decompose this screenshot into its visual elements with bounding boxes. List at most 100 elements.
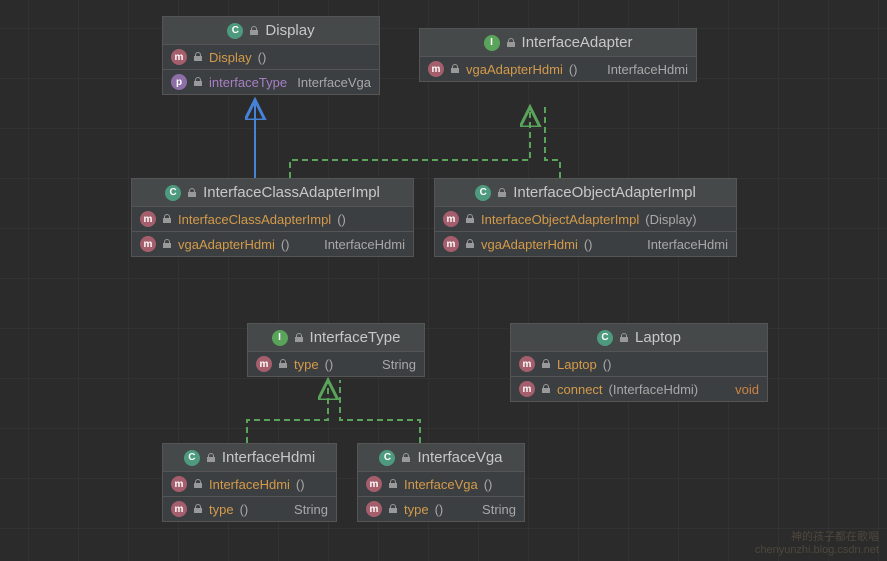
lock-icon [193, 479, 203, 489]
lock-icon [249, 26, 259, 36]
interface-icon: I [484, 35, 500, 51]
member-params: () [325, 357, 334, 372]
member-name: Display [209, 50, 252, 65]
member-name: Laptop [557, 357, 597, 372]
class-title: C InterfaceVga [358, 444, 524, 472]
member-name: interfaceType [209, 75, 287, 90]
member-row: m type () String [358, 497, 524, 521]
method-icon: m [140, 211, 156, 227]
member-type: InterfaceVga [297, 75, 371, 90]
member-type: String [294, 502, 328, 517]
class-title: C InterfaceObjectAdapterImpl [435, 179, 736, 207]
watermark-line1: 神的孩子都在歌唱 [791, 531, 879, 543]
watermark-line2: chenyunzhi.blog.csdn.net [755, 544, 879, 556]
lock-icon [401, 453, 411, 463]
title-text: InterfaceObjectAdapterImpl [513, 184, 696, 201]
method-icon: m [366, 476, 382, 492]
member-row: p interfaceType InterfaceVga [163, 70, 379, 94]
member-row: m InterfaceVga () [358, 472, 524, 497]
member-params: () [240, 502, 249, 517]
lock-icon [388, 504, 398, 514]
member-type: String [382, 357, 416, 372]
method-icon: m [366, 501, 382, 517]
class-classadapter[interactable]: C InterfaceClassAdapterImpl m InterfaceC… [131, 178, 414, 257]
member-row: m type () String [163, 497, 336, 521]
class-icon: C [475, 185, 491, 201]
method-icon: m [519, 356, 535, 372]
member-type: String [482, 502, 516, 517]
lock-icon [193, 52, 203, 62]
member-name: vgaAdapterHdmi [178, 237, 275, 252]
member-name: vgaAdapterHdmi [481, 237, 578, 252]
class-icon: C [165, 185, 181, 201]
class-laptop[interactable]: C Laptop m Laptop () m connect (Interface… [510, 323, 768, 402]
class-display[interactable]: C Display m Display () p interfaceType In… [162, 16, 380, 95]
interface-type[interactable]: I InterfaceType m type () String [247, 323, 425, 377]
member-params: () [281, 237, 290, 252]
lock-icon [278, 359, 288, 369]
method-icon: m [171, 49, 187, 65]
member-row: m vgaAdapterHdmi () InterfaceHdmi [435, 232, 736, 256]
lock-icon [541, 384, 551, 394]
title-text: Laptop [635, 329, 681, 346]
class-interfacehdmi[interactable]: C InterfaceHdmi m InterfaceHdmi () m typ… [162, 443, 337, 522]
class-title: C Laptop [511, 324, 767, 352]
member-name: type [404, 502, 429, 517]
lock-icon [193, 504, 203, 514]
class-icon: C [184, 450, 200, 466]
member-params: () [337, 212, 346, 227]
member-params: () [569, 62, 578, 77]
property-icon: p [171, 74, 187, 90]
lock-icon [450, 64, 460, 74]
title-text: InterfaceVga [417, 449, 502, 466]
class-title: I InterfaceType [248, 324, 424, 352]
lock-icon [465, 214, 475, 224]
member-type: void [735, 382, 759, 397]
member-row: m vgaAdapterHdmi () InterfaceHdmi [132, 232, 413, 256]
method-icon: m [443, 236, 459, 252]
title-text: InterfaceAdapter [522, 34, 633, 51]
title-text: Display [265, 22, 314, 39]
lock-icon [206, 453, 216, 463]
member-row: m InterfaceObjectAdapterImpl (Display) [435, 207, 736, 232]
class-title: C Display [163, 17, 379, 45]
member-row: m vgaAdapterHdmi () InterfaceHdmi [420, 57, 696, 81]
lock-icon [497, 188, 507, 198]
watermark: 神的孩子都在歌唱 chenyunzhi.blog.csdn.net [755, 531, 879, 557]
method-icon: m [256, 356, 272, 372]
member-params: () [603, 357, 612, 372]
member-type: InterfaceHdmi [607, 62, 688, 77]
member-name: InterfaceHdmi [209, 477, 290, 492]
member-name: type [294, 357, 319, 372]
member-name: InterfaceObjectAdapterImpl [481, 212, 639, 227]
method-icon: m [519, 381, 535, 397]
class-title: I InterfaceAdapter [420, 29, 696, 57]
member-params: () [258, 50, 267, 65]
class-interfacevga[interactable]: C InterfaceVga m InterfaceVga () m type … [357, 443, 525, 522]
member-params: (Display) [645, 212, 696, 227]
lock-icon [465, 239, 475, 249]
interface-adapter[interactable]: I InterfaceAdapter m vgaAdapterHdmi () I… [419, 28, 697, 82]
method-icon: m [428, 61, 444, 77]
class-objectadapter[interactable]: C InterfaceObjectAdapterImpl m Interface… [434, 178, 737, 257]
member-name: connect [557, 382, 603, 397]
member-params: () [296, 477, 305, 492]
lock-icon [187, 188, 197, 198]
method-icon: m [171, 476, 187, 492]
member-type: InterfaceHdmi [324, 237, 405, 252]
member-row: m type () String [248, 352, 424, 376]
member-name: type [209, 502, 234, 517]
member-row: m Laptop () [511, 352, 767, 377]
class-icon: C [597, 330, 613, 346]
member-params: (InterfaceHdmi) [609, 382, 699, 397]
member-row: m connect (InterfaceHdmi) void [511, 377, 767, 401]
member-params: () [435, 502, 444, 517]
lock-icon [193, 77, 203, 87]
title-text: InterfaceClassAdapterImpl [203, 184, 380, 201]
method-icon: m [171, 501, 187, 517]
title-text: InterfaceHdmi [222, 449, 315, 466]
lock-icon [294, 333, 304, 343]
class-icon: C [379, 450, 395, 466]
member-name: InterfaceVga [404, 477, 478, 492]
class-title: C InterfaceHdmi [163, 444, 336, 472]
